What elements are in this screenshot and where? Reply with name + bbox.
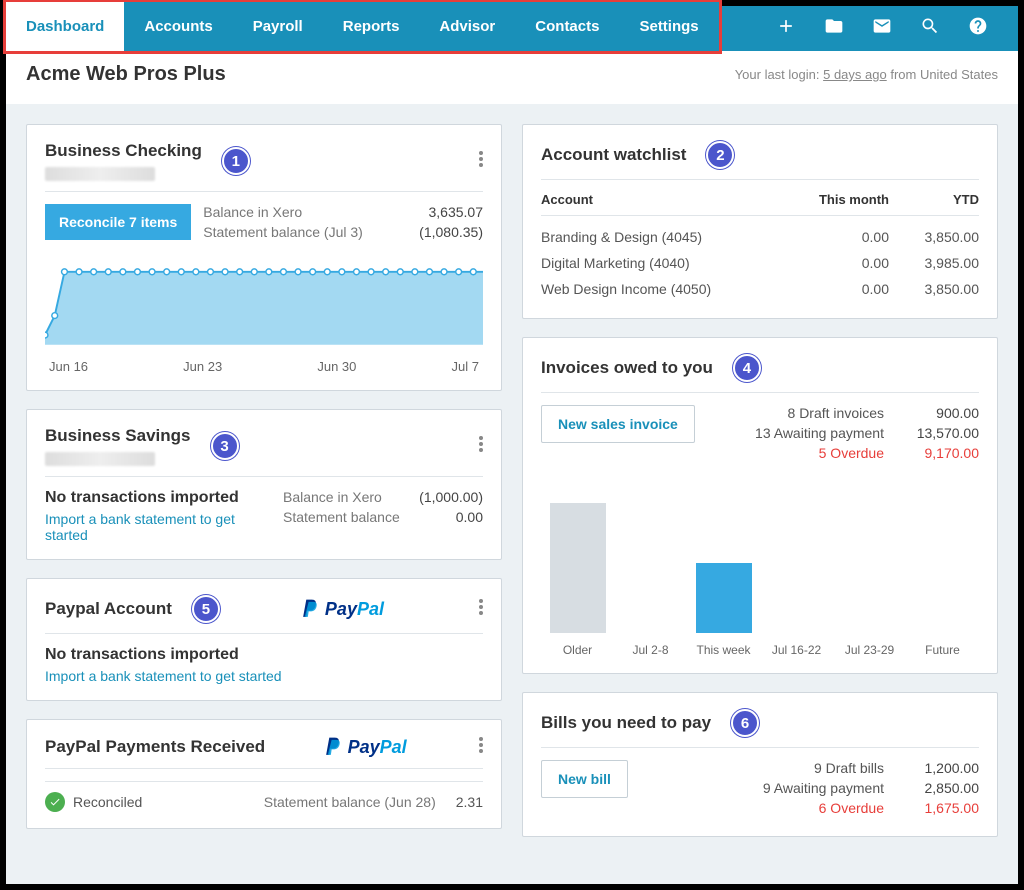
- card-paypal-account: Paypal Account 5 PayPal No transactions …: [26, 578, 502, 701]
- folder-icon[interactable]: [824, 16, 844, 41]
- card-account-watchlist: Account watchlist 2 Account This month Y…: [522, 124, 998, 319]
- sparkline-dates: Jun 16 Jun 23 Jun 30 Jul 7: [45, 359, 483, 374]
- tab-settings[interactable]: Settings: [619, 2, 718, 51]
- nav-tabs: Dashboard Accounts Payroll Reports Advis…: [6, 2, 719, 51]
- tab-advisor[interactable]: Advisor: [419, 2, 515, 51]
- overdue-val: 9,170.00: [904, 445, 979, 461]
- watchlist-header: Account This month YTD: [541, 192, 979, 216]
- watchlist-row[interactable]: Digital Marketing (4040) 0.00 3,985.00: [541, 250, 979, 276]
- awaiting-label[interactable]: 9 Awaiting payment: [763, 780, 884, 796]
- login-prefix: Your last login:: [735, 67, 823, 82]
- card-menu-icon[interactable]: [479, 599, 483, 620]
- card-title: Bills you need to pay: [541, 713, 711, 733]
- tab-reports[interactable]: Reports: [323, 2, 420, 51]
- awaiting-val: 13,570.00: [904, 425, 979, 441]
- help-icon[interactable]: [968, 16, 988, 41]
- annotation-badge-4: 4: [733, 354, 761, 382]
- balance-value: 3,635.07: [429, 204, 484, 220]
- draft-label[interactable]: 9 Draft bills: [814, 760, 884, 776]
- col-month: This month: [789, 192, 889, 207]
- mail-icon[interactable]: [872, 16, 892, 41]
- import-statement-link[interactable]: Import a bank statement to get started: [45, 668, 483, 684]
- annotation-badge-6: 6: [731, 709, 759, 737]
- overdue-val: 1,675.00: [904, 800, 979, 816]
- invoices-barchart: [541, 493, 979, 633]
- card-bills-to-pay: Bills you need to pay 6 New bill 9 Draft…: [522, 692, 998, 837]
- redacted-subtitle: [45, 167, 155, 181]
- card-invoices-owed: Invoices owed to you 4 New sales invoice…: [522, 337, 998, 674]
- bar-older[interactable]: [550, 503, 606, 633]
- reconcile-button[interactable]: Reconcile 7 items: [45, 204, 191, 240]
- tab-dashboard[interactable]: Dashboard: [6, 2, 124, 51]
- bar-this-week[interactable]: [696, 563, 752, 633]
- left-column: Business Checking 1 Reconcile 7 items Ba…: [26, 124, 502, 864]
- draft-val: 1,200.00: [904, 760, 979, 776]
- nav-highlight: Dashboard Accounts Payroll Reports Advis…: [3, 0, 722, 54]
- reconciled-text: Reconciled: [73, 794, 264, 810]
- paypal-logo: PayPal: [324, 736, 407, 758]
- card-business-savings: Business Savings 3 No transactions impor…: [26, 409, 502, 560]
- card-paypal-received: PayPal Payments Received PayPal Reconcil…: [26, 719, 502, 829]
- card-title: Invoices owed to you: [541, 358, 713, 378]
- card-title: Account watchlist: [541, 145, 686, 165]
- topbar: Dashboard Accounts Payroll Reports Advis…: [6, 6, 1018, 51]
- draft-val: 900.00: [904, 405, 979, 421]
- annotation-badge-5: 5: [192, 595, 220, 623]
- plus-icon[interactable]: [776, 16, 796, 41]
- card-menu-icon[interactable]: [479, 151, 483, 172]
- card-menu-icon[interactable]: [479, 737, 483, 758]
- tab-accounts[interactable]: Accounts: [124, 2, 232, 51]
- content: Business Checking 1 Reconcile 7 items Ba…: [6, 104, 1018, 884]
- barchart-labels: Older Jul 2-8 This week Jul 16-22 Jul 23…: [541, 643, 979, 657]
- balance-label: Balance in Xero: [203, 204, 302, 220]
- login-ago-link[interactable]: 5 days ago: [823, 67, 887, 82]
- no-transactions-text: No transactions imported: [45, 646, 483, 664]
- right-column: Account watchlist 2 Account This month Y…: [522, 124, 998, 864]
- stmt-label: Statement balance: [283, 509, 400, 525]
- annotation-badge-1: 1: [222, 147, 250, 175]
- card-menu-icon[interactable]: [479, 436, 483, 457]
- card-title: PayPal Payments Received: [45, 737, 265, 757]
- stmt-value: 2.31: [456, 794, 483, 810]
- stmt-label: Statement balance (Jul 3): [203, 224, 363, 240]
- col-ytd: YTD: [889, 192, 979, 207]
- annotation-badge-2: 2: [706, 141, 734, 169]
- paypal-logo: PayPal: [301, 598, 384, 620]
- draft-label[interactable]: 8 Draft invoices: [788, 405, 884, 421]
- import-statement-link[interactable]: Import a bank statement to get started: [45, 511, 271, 543]
- annotation-badge-3: 3: [211, 432, 239, 460]
- card-title: Paypal Account: [45, 599, 172, 619]
- redacted-subtitle: [45, 452, 155, 466]
- stmt-value: 0.00: [456, 509, 483, 525]
- overdue-label[interactable]: 5 Overdue: [819, 445, 884, 461]
- watchlist-row[interactable]: Web Design Income (4050) 0.00 3,850.00: [541, 276, 979, 302]
- new-bill-button[interactable]: New bill: [541, 760, 628, 798]
- search-icon[interactable]: [920, 16, 940, 41]
- balance-label: Balance in Xero: [283, 489, 382, 505]
- no-transactions-text: No transactions imported: [45, 489, 271, 507]
- login-info: Your last login: 5 days ago from United …: [735, 67, 998, 82]
- col-account: Account: [541, 192, 789, 207]
- tab-payroll[interactable]: Payroll: [233, 2, 323, 51]
- tab-contacts[interactable]: Contacts: [515, 2, 619, 51]
- awaiting-val: 2,850.00: [904, 780, 979, 796]
- login-suffix: from United States: [887, 67, 998, 82]
- awaiting-label[interactable]: 13 Awaiting payment: [755, 425, 884, 441]
- subheader: Acme Web Pros Plus Your last login: 5 da…: [6, 51, 1018, 104]
- check-icon: [45, 792, 65, 812]
- new-sales-invoice-button[interactable]: New sales invoice: [541, 405, 695, 443]
- stmt-label: Statement balance (Jun 28): [264, 794, 436, 810]
- company-name: Acme Web Pros Plus: [26, 63, 226, 86]
- card-title: Business Checking: [45, 141, 202, 161]
- checking-sparkline: [45, 256, 483, 351]
- card-title: Business Savings: [45, 426, 191, 446]
- topbar-icons: [776, 16, 1018, 41]
- overdue-label[interactable]: 6 Overdue: [819, 800, 884, 816]
- balance-value: (1,000.00): [419, 489, 483, 505]
- stmt-value: (1,080.35): [419, 224, 483, 240]
- card-business-checking: Business Checking 1 Reconcile 7 items Ba…: [26, 124, 502, 391]
- watchlist-row[interactable]: Branding & Design (4045) 0.00 3,850.00: [541, 224, 979, 250]
